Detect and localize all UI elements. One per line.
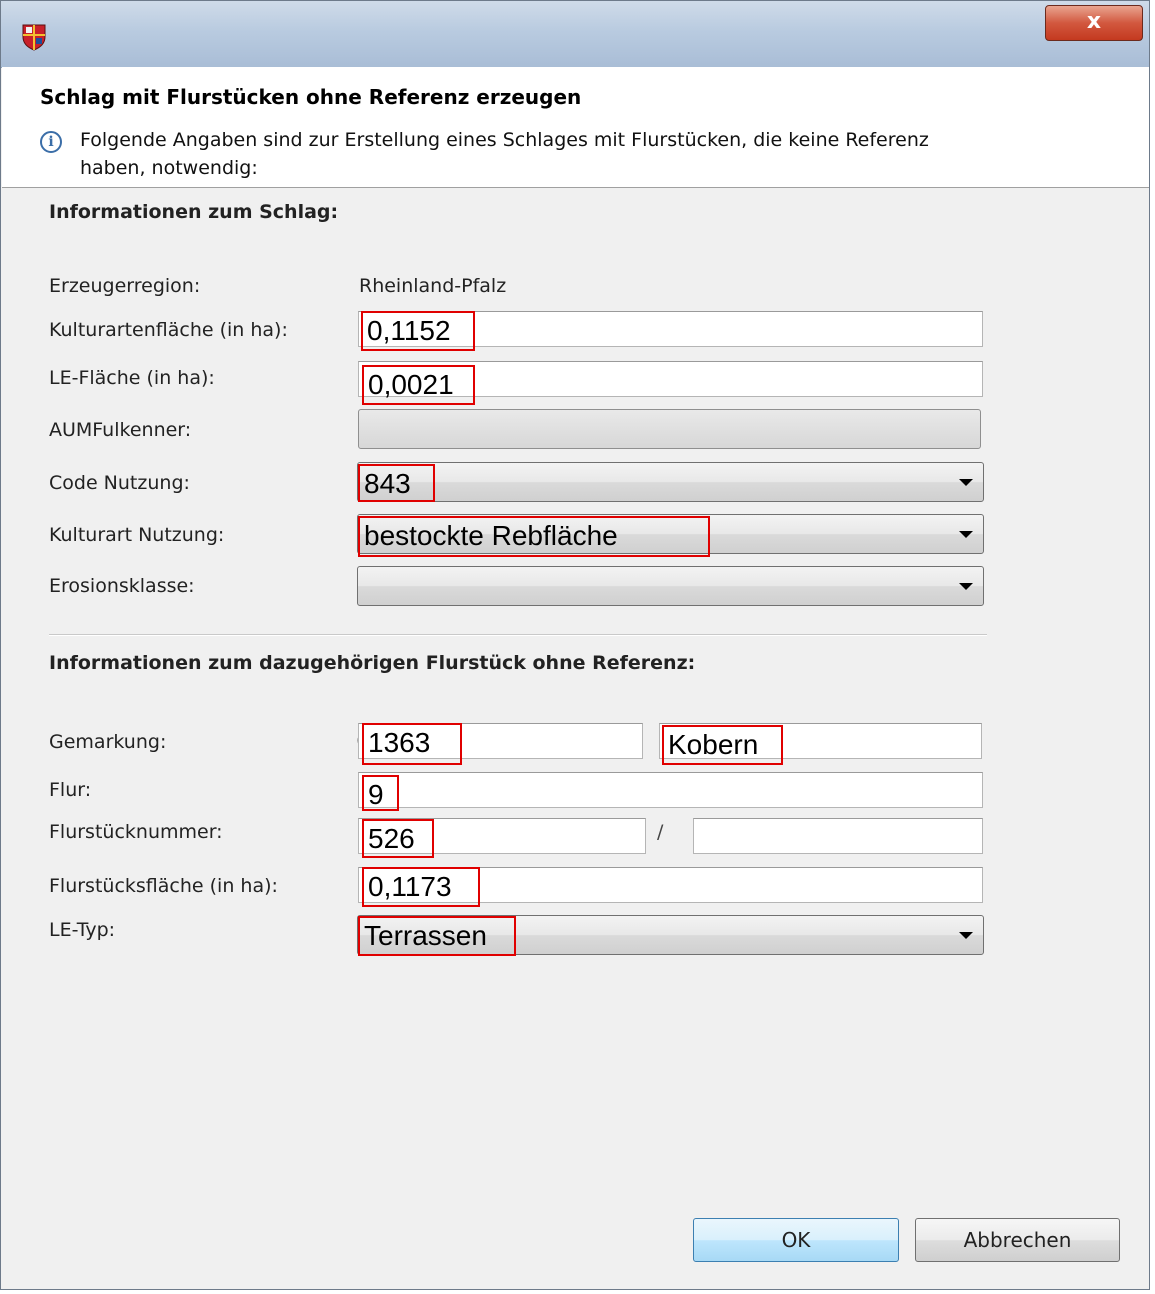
- section-title-schlag: Informationen zum Schlag:: [49, 201, 339, 223]
- chevron-down-icon: [959, 932, 973, 939]
- le-typ-label: LE-Typ:: [49, 919, 116, 941]
- code-nutzung-select[interactable]: [357, 462, 984, 502]
- erosionsklasse-label: Erosionsklasse:: [49, 575, 195, 597]
- dialog-window: x Schlag mit Flurstücken ohne Referenz e…: [0, 0, 1150, 1290]
- code-nutzung-label: Code Nutzung:: [49, 472, 190, 494]
- erosionsklasse-select[interactable]: [357, 566, 984, 606]
- flurstuecksflaeche-value: 0,1173: [362, 867, 480, 907]
- kulturart-nutzung-label: Kulturart Nutzung:: [49, 524, 225, 546]
- section-divider: [49, 634, 987, 636]
- kulturartenflaeche-label: Kulturartenfläche (in ha):: [49, 319, 288, 341]
- flurstuecknummer-suffix-input[interactable]: [693, 818, 983, 854]
- kulturartenflaeche-value: 0,1152: [361, 311, 475, 351]
- chevron-down-icon: [959, 479, 973, 486]
- aumfulkenner-label: AUMFulkenner:: [49, 419, 192, 441]
- number-separator: /: [657, 821, 664, 843]
- code-nutzung-value: 843: [358, 464, 435, 502]
- le-typ-value: Terrassen: [358, 916, 516, 956]
- aumfulkenner-input[interactable]: [358, 409, 981, 449]
- le-flaeche-label: LE-Fläche (in ha):: [49, 367, 215, 389]
- flur-value: 9: [362, 775, 399, 811]
- flur-input[interactable]: [358, 772, 983, 808]
- gemarkung-name-value: Kobern: [662, 725, 783, 765]
- section-title-flurstueck: Informationen zum dazugehörigen Flurstüc…: [49, 652, 696, 674]
- dialog-heading: Schlag mit Flurstücken ohne Referenz erz…: [40, 85, 582, 109]
- info-message: Folgende Angaben sind zur Erstellung ein…: [80, 129, 929, 179]
- kulturart-nutzung-value: bestockte Rebfläche: [358, 516, 710, 557]
- flur-label: Flur:: [49, 779, 92, 801]
- close-button[interactable]: x: [1045, 5, 1143, 41]
- gemarkung-code-value: 1363: [362, 723, 462, 765]
- coat-of-arms-icon: [22, 24, 46, 51]
- le-flaeche-value: 0,0021: [362, 365, 475, 405]
- info-icon: i: [40, 131, 62, 153]
- flurstuecknummer-value: 526: [362, 819, 434, 858]
- erzeugerregion-label: Erzeugerregion:: [49, 275, 201, 297]
- gemarkung-label: Gemarkung:: [49, 731, 167, 753]
- cancel-button[interactable]: Abbrechen: [915, 1218, 1120, 1262]
- chevron-down-icon: [959, 583, 973, 590]
- flurstuecksflaeche-label: Flurstücksfläche (in ha):: [49, 875, 278, 897]
- ok-button[interactable]: OK: [693, 1218, 899, 1262]
- title-bar[interactable]: x: [1, 1, 1149, 68]
- chevron-down-icon: [959, 531, 973, 538]
- erzeugerregion-value: Rheinland-Pfalz: [359, 275, 507, 297]
- flurstuecknummer-label: Flurstücknummer:: [49, 821, 223, 843]
- dialog-banner: Schlag mit Flurstücken ohne Referenz erz…: [2, 67, 1149, 188]
